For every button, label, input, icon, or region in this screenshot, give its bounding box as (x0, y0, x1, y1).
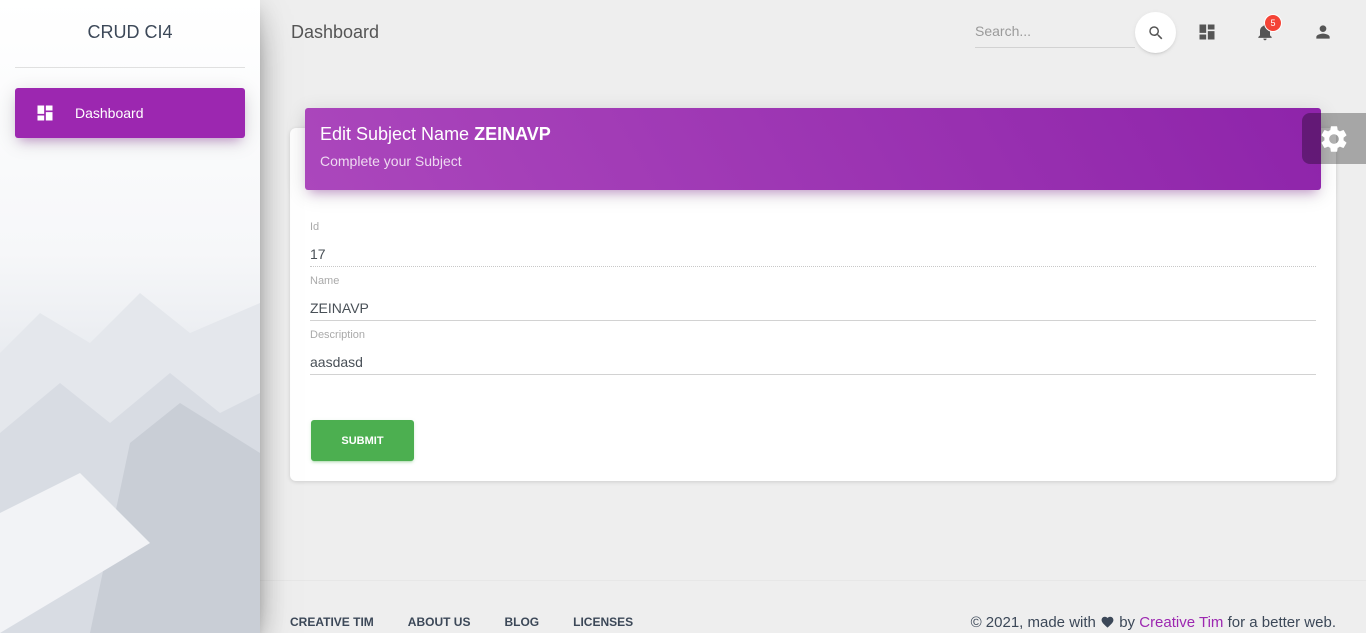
id-label: Id (310, 221, 320, 233)
dashboard-icon (1199, 24, 1215, 40)
dashboard-nav-button[interactable] (1196, 21, 1218, 43)
copyright-prefix: © 2021, made with (970, 614, 1096, 631)
sidebar-background-image (0, 293, 260, 633)
gear-icon (1321, 125, 1347, 152)
id-input[interactable] (310, 233, 1316, 267)
sidebar-item-label: Dashboard (75, 105, 144, 121)
user-button[interactable] (1312, 21, 1334, 43)
id-field: Id (310, 221, 1316, 267)
page-title[interactable]: Dashboard (291, 22, 379, 43)
search-button[interactable] (1135, 12, 1176, 53)
card-title: Edit Subject Name ZEINAVP (320, 124, 1306, 145)
card-header: Edit Subject Name ZEINAVP Complete your … (305, 108, 1321, 190)
search-field (975, 18, 1135, 48)
name-field: Name (310, 275, 1316, 321)
name-label: Name (310, 275, 340, 287)
sidebar: CRUD CI4 Dashboard (0, 0, 260, 633)
name-input[interactable] (310, 287, 1316, 321)
footer-link-creative-tim[interactable]: CREATIVE TIM (290, 615, 374, 629)
creative-tim-link[interactable]: Creative Tim (1139, 614, 1223, 631)
footer-link-licenses[interactable]: LICENSES (573, 615, 633, 629)
sidebar-logo[interactable]: CRUD CI4 (15, 0, 245, 68)
description-input[interactable] (310, 341, 1316, 375)
description-field: Description (310, 329, 1316, 375)
dashboard-icon (37, 105, 53, 121)
card-title-prefix: Edit Subject Name (320, 124, 470, 144)
person-icon (1316, 25, 1330, 39)
notification-badge: 5 (1264, 14, 1282, 32)
footer-divider (260, 580, 1366, 581)
card-subtitle: Complete your Subject (320, 153, 462, 169)
description-label: Description (310, 329, 366, 341)
copyright-suffix: for a better web. (1227, 614, 1336, 631)
card-title-name: ZEINAVP (474, 124, 551, 144)
footer-link-blog[interactable]: BLOG (504, 615, 539, 629)
copyright: © 2021, made with by Creative Tim for a … (971, 614, 1336, 631)
footer-link-about-us[interactable]: ABOUT US (408, 615, 471, 629)
copyright-by: by (1119, 614, 1136, 631)
heart-icon (1101, 616, 1114, 628)
footer-nav: CREATIVE TIM ABOUT US BLOG LICENSES (290, 615, 667, 629)
submit-button[interactable]: SUBMIT (311, 420, 414, 461)
settings-plugin-button[interactable] (1302, 113, 1366, 164)
sidebar-item-dashboard[interactable]: Dashboard (15, 88, 245, 138)
search-input[interactable] (975, 18, 1135, 44)
logo-text: CRUD CI4 (87, 22, 173, 42)
search-icon (1148, 25, 1162, 39)
